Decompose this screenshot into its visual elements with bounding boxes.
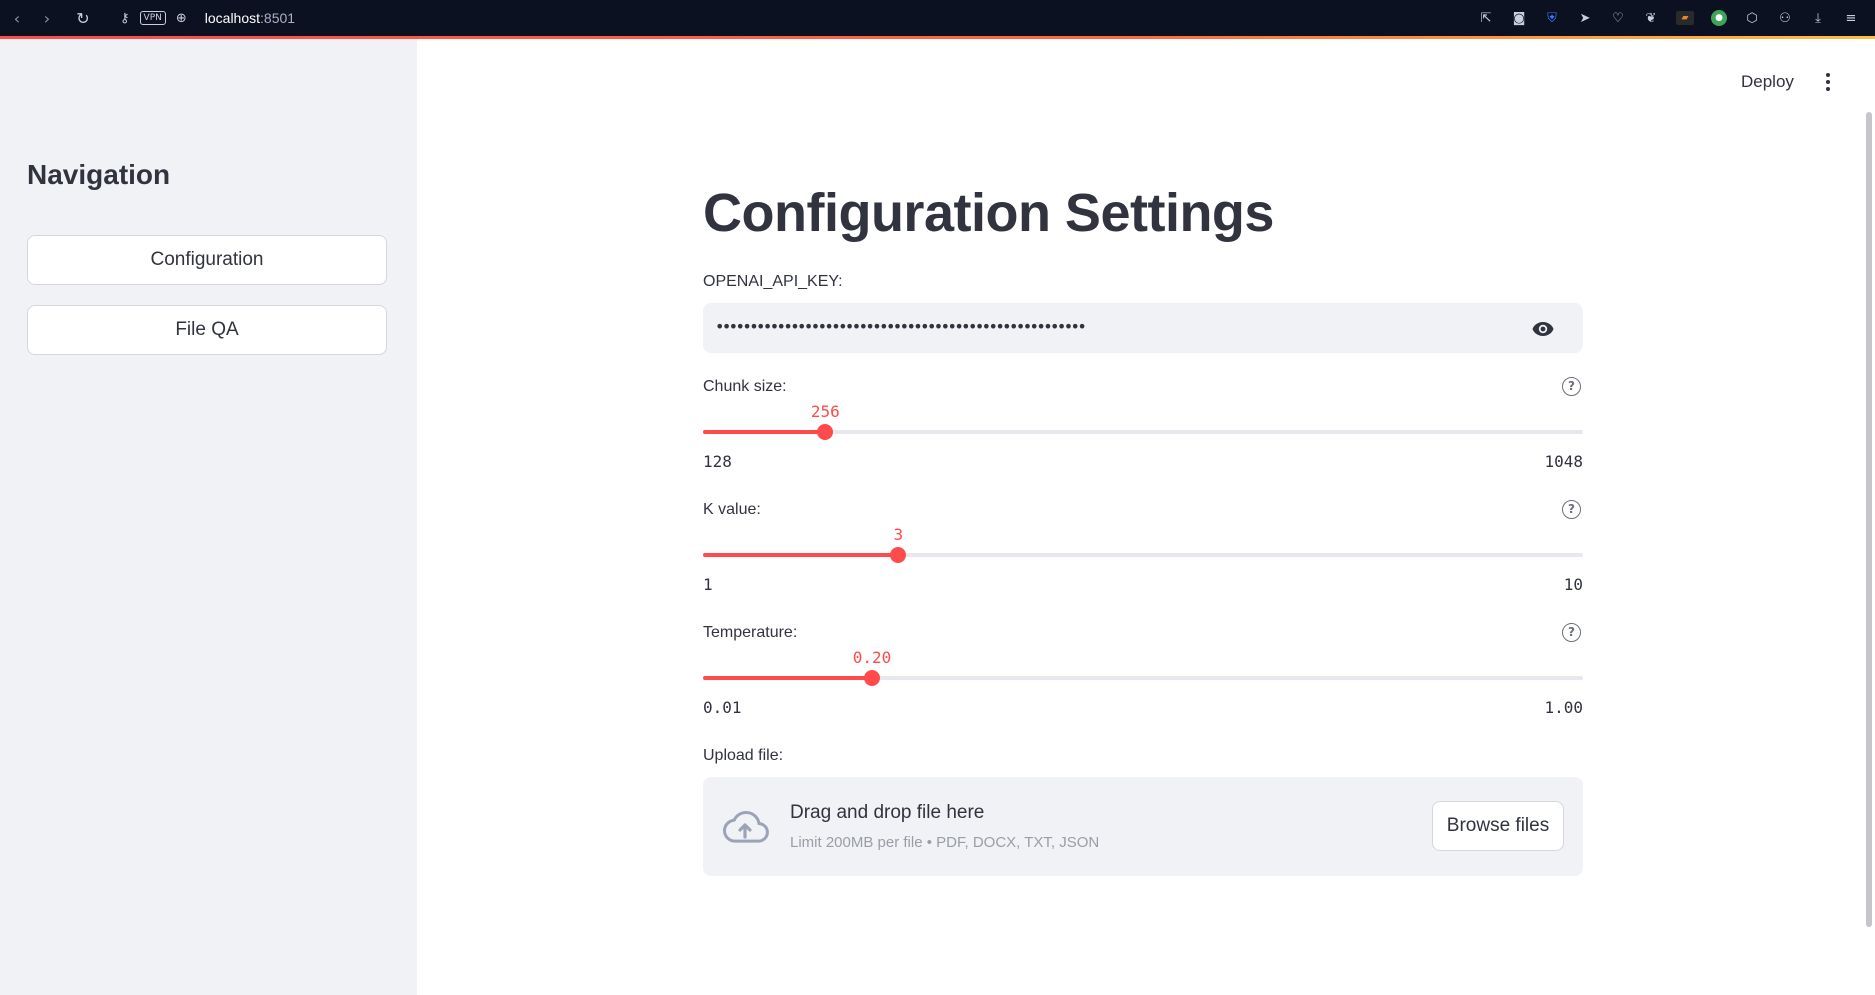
browser-toolbar: ‹ › ↻ ⚷ VPN ⊕ localhost:8501 ⇱ ◙ ⛨ ➤ ♡ ❦… — [0, 0, 1875, 36]
reload-icon[interactable]: ↻ — [68, 9, 98, 28]
upload-label: Upload file: — [703, 747, 784, 764]
cube-icon[interactable]: ⬡ — [1744, 11, 1760, 26]
url-host[interactable]: localhost — [205, 10, 260, 26]
k-value-min: 1 — [703, 575, 713, 594]
android-icon[interactable]: ● — [1711, 10, 1727, 26]
sidebar: Navigation Configuration File QA — [0, 39, 417, 995]
temperature-label: Temperature: — [703, 624, 798, 641]
temperature-value: 0.20 — [852, 648, 892, 667]
download-icon[interactable]: ⤓ — [1810, 11, 1826, 26]
deploy-button[interactable]: Deploy — [1741, 72, 1794, 92]
chunk-size-min: 128 — [703, 452, 732, 471]
chunk-size-value: 256 — [810, 402, 840, 421]
temperature-max: 1.00 — [1544, 698, 1583, 717]
forward-icon[interactable]: › — [32, 9, 62, 28]
scrollbar[interactable] — [1866, 112, 1872, 927]
k-value-help-icon[interactable]: ? — [1562, 500, 1581, 519]
api-key-input[interactable]: ••••••••••••••••••••••••••••••••••••••••… — [703, 303, 1583, 353]
extension-toolbar: ⇱ ◙ ⛨ ➤ ♡ ❦ ▰ ● ⬡ ⚇ ⤓ ≡ — [1478, 0, 1859, 36]
shield-icon[interactable]: ⛨ — [1544, 11, 1560, 26]
back-icon[interactable]: ‹ — [2, 9, 32, 28]
sidebar-item-file-qa[interactable]: File QA — [27, 305, 387, 355]
k-value-label: K value: — [703, 501, 761, 518]
k-value-slider-thumb[interactable] — [890, 547, 907, 563]
temperature-slider[interactable] — [703, 670, 1583, 686]
chunk-size-label: Chunk size: — [703, 378, 787, 395]
share-icon[interactable]: ⇱ — [1478, 11, 1494, 26]
dropzone-subtitle: Limit 200MB per file • PDF, DOCX, TXT, J… — [790, 834, 1100, 851]
api-key-label: OPENAI_API_KEY: — [703, 273, 843, 290]
evernote-icon[interactable]: ❦ — [1643, 11, 1659, 26]
heart-icon[interactable]: ♡ — [1610, 11, 1626, 26]
chunk-size-slider-thumb[interactable] — [817, 424, 834, 440]
camera-icon[interactable]: ◙ — [1511, 11, 1527, 26]
k-value-slider[interactable] — [703, 547, 1583, 563]
temperature-help-icon[interactable]: ? — [1562, 623, 1581, 642]
chunk-size-help-icon[interactable]: ? — [1562, 377, 1581, 396]
k-value-slider-fill — [703, 553, 899, 557]
profile-icon[interactable]: ⚇ — [1777, 11, 1793, 26]
key-icon[interactable]: ⚷ — [120, 11, 130, 26]
cloud-upload-icon — [722, 810, 769, 843]
temperature-min: 0.01 — [703, 698, 742, 717]
dropzone-title: Drag and drop file here — [790, 802, 985, 823]
extension-icon[interactable]: ▰ — [1676, 11, 1694, 25]
chunk-size-slider-fill — [703, 430, 826, 434]
file-dropzone[interactable]: Drag and drop file here Limit 200MB per … — [703, 777, 1583, 876]
sidebar-title: Navigation — [27, 159, 171, 190]
main-menu-icon[interactable] — [1818, 70, 1838, 94]
vpn-badge[interactable]: VPN — [139, 11, 166, 25]
page-title: Configuration Settings — [703, 183, 1274, 243]
show-password-icon[interactable] — [1531, 317, 1555, 341]
sidebar-item-configuration[interactable]: Configuration — [27, 235, 387, 285]
temperature-slider-fill — [703, 676, 872, 680]
url-port[interactable]: :8501 — [260, 10, 295, 26]
temperature-slider-thumb[interactable] — [863, 670, 880, 686]
browse-files-button[interactable]: Browse files — [1432, 801, 1564, 851]
send-icon[interactable]: ➤ — [1577, 11, 1593, 26]
k-value-max: 10 — [1563, 575, 1583, 594]
api-key-value[interactable]: ••••••••••••••••••••••••••••••••••••••••… — [715, 317, 1087, 336]
globe-icon[interactable]: ⊕ — [176, 11, 187, 26]
chunk-size-max: 1048 — [1544, 452, 1583, 471]
menu-icon[interactable]: ≡ — [1843, 11, 1859, 26]
k-value-value: 3 — [893, 525, 904, 544]
chunk-size-slider[interactable] — [703, 424, 1583, 440]
